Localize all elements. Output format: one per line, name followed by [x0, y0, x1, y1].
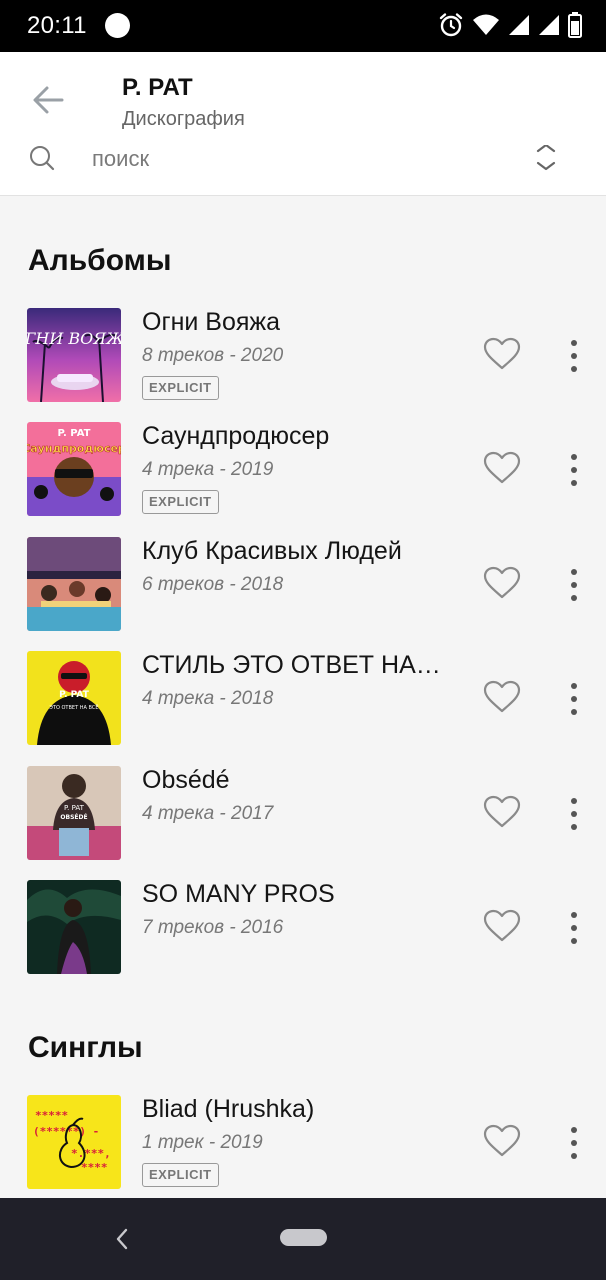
heart-icon[interactable]	[483, 909, 521, 943]
album-row-soundproducer[interactable]: P. PAT Саундпродюсер Саундпродюсер 4 тре…	[0, 422, 606, 518]
status-bar: 20:11	[0, 0, 606, 52]
explicit-badge: EXPLICIT	[142, 490, 219, 514]
album-cover[interactable]: P. PAT Саундпродюсер	[27, 422, 121, 516]
search-input[interactable]: поиск	[92, 146, 149, 172]
cover-text: P. PAT	[64, 804, 85, 812]
notification-dot-icon	[105, 13, 130, 38]
albums-section-title: Альбомы	[28, 244, 172, 277]
page-title: P. PAT	[122, 74, 193, 101]
cell-signal-icon	[509, 15, 529, 35]
more-options-icon[interactable]	[563, 912, 585, 944]
album-row-stil-eto-otvet[interactable]: P. PAT ЭТО ОТВЕТ НА ВСЁ СТИЛЬ ЭТО ОТВЕТ …	[0, 651, 606, 747]
singles-section-title: Синглы	[28, 1031, 143, 1064]
more-options-icon[interactable]	[563, 569, 585, 601]
page-subtitle: Дискография	[122, 108, 245, 130]
album-meta: 4 трека - 2018	[142, 688, 274, 709]
svg-text:*.***,: *.***,	[71, 1147, 111, 1160]
back-button[interactable]	[28, 82, 68, 118]
single-cover[interactable]: ***** (******) - *.***, ****	[27, 1095, 121, 1189]
album-row-ogni-voyazha[interactable]: ОГНИ ВОЯЖА Огни Вояжа 8 треков - 2020 EX…	[0, 308, 606, 404]
battery-icon	[568, 12, 582, 38]
album-meta: 6 треков - 2018	[142, 574, 284, 595]
more-options-icon[interactable]	[563, 454, 585, 486]
cover-text: ЭТО ОТВЕТ НА ВСЁ	[49, 704, 98, 711]
svg-text:****: ****	[81, 1161, 108, 1174]
more-options-icon[interactable]	[563, 798, 585, 830]
heart-icon[interactable]	[483, 680, 521, 714]
search-icon	[30, 146, 55, 171]
album-cover[interactable]	[27, 880, 121, 974]
album-meta: 7 треков - 2016	[142, 917, 284, 938]
heart-icon[interactable]	[483, 451, 521, 485]
album-title: СТИЛЬ ЭТО ОТВЕТ НА…	[142, 651, 441, 679]
more-options-icon[interactable]	[563, 1127, 585, 1159]
cover-text: P. PAT	[58, 428, 91, 439]
search-bar[interactable]: поиск	[0, 145, 606, 196]
album-meta: 8 треков - 2020	[142, 345, 284, 366]
explicit-badge: EXPLICIT	[142, 376, 219, 400]
single-meta: 1 трек - 2019	[142, 1132, 263, 1153]
cover-text: OBSÉDÉ	[60, 813, 87, 821]
arrow-left-icon	[33, 86, 64, 114]
cover-text: Саундпродюсер	[27, 442, 121, 455]
album-title: Саундпродюсер	[142, 422, 330, 450]
album-meta: 4 трека - 2017	[142, 803, 274, 824]
album-title: Клуб Красивых Людей	[142, 537, 402, 565]
album-title: Obsédé	[142, 766, 230, 794]
cover-text: P. PAT	[59, 690, 90, 700]
album-title: SO MANY PROS	[142, 880, 335, 908]
album-cover[interactable]: ОГНИ ВОЯЖА	[27, 308, 121, 402]
svg-text:*****: *****	[35, 1109, 68, 1122]
cover-text: ОГНИ ВОЯЖА	[27, 329, 121, 348]
album-cover[interactable]	[27, 537, 121, 631]
album-meta: 4 трека - 2019	[142, 459, 274, 480]
wifi-icon	[473, 14, 499, 35]
heart-icon[interactable]	[483, 795, 521, 829]
single-row-bliad-hrushka[interactable]: ***** (******) - *.***, **** Bliad (Hrus…	[0, 1095, 606, 1191]
album-title: Огни Вояжа	[142, 308, 281, 336]
status-icons	[438, 12, 582, 38]
album-row-klub-krasivyh-lyudey[interactable]: Клуб Красивых Людей 6 треков - 2018	[0, 537, 606, 633]
more-options-icon[interactable]	[563, 683, 585, 715]
heart-icon[interactable]	[483, 566, 521, 600]
heart-icon[interactable]	[483, 1124, 521, 1158]
home-pill-button[interactable]	[280, 1229, 327, 1246]
cell-signal-icon-2	[539, 15, 559, 35]
album-cover[interactable]: P. PAT ЭТО ОТВЕТ НА ВСЁ	[27, 651, 121, 745]
alarm-icon	[439, 13, 463, 37]
status-time: 20:11	[27, 12, 87, 39]
explicit-badge: EXPLICIT	[142, 1163, 219, 1187]
heart-icon[interactable]	[483, 337, 521, 371]
app-bar: P. PAT Дискография	[0, 52, 606, 148]
album-row-so-many-pros[interactable]: SO MANY PROS 7 треков - 2016	[0, 880, 606, 976]
more-options-icon[interactable]	[563, 340, 585, 372]
single-title: Bliad (Hrushka)	[142, 1095, 315, 1123]
sort-toggle-icon[interactable]	[533, 145, 559, 173]
nav-back-icon[interactable]	[112, 1224, 130, 1254]
album-row-obsede[interactable]: P. PAT OBSÉDÉ Obsédé 4 трека - 2017	[0, 766, 606, 862]
system-nav-bar	[0, 1198, 606, 1280]
album-cover[interactable]: P. PAT OBSÉDÉ	[27, 766, 121, 860]
